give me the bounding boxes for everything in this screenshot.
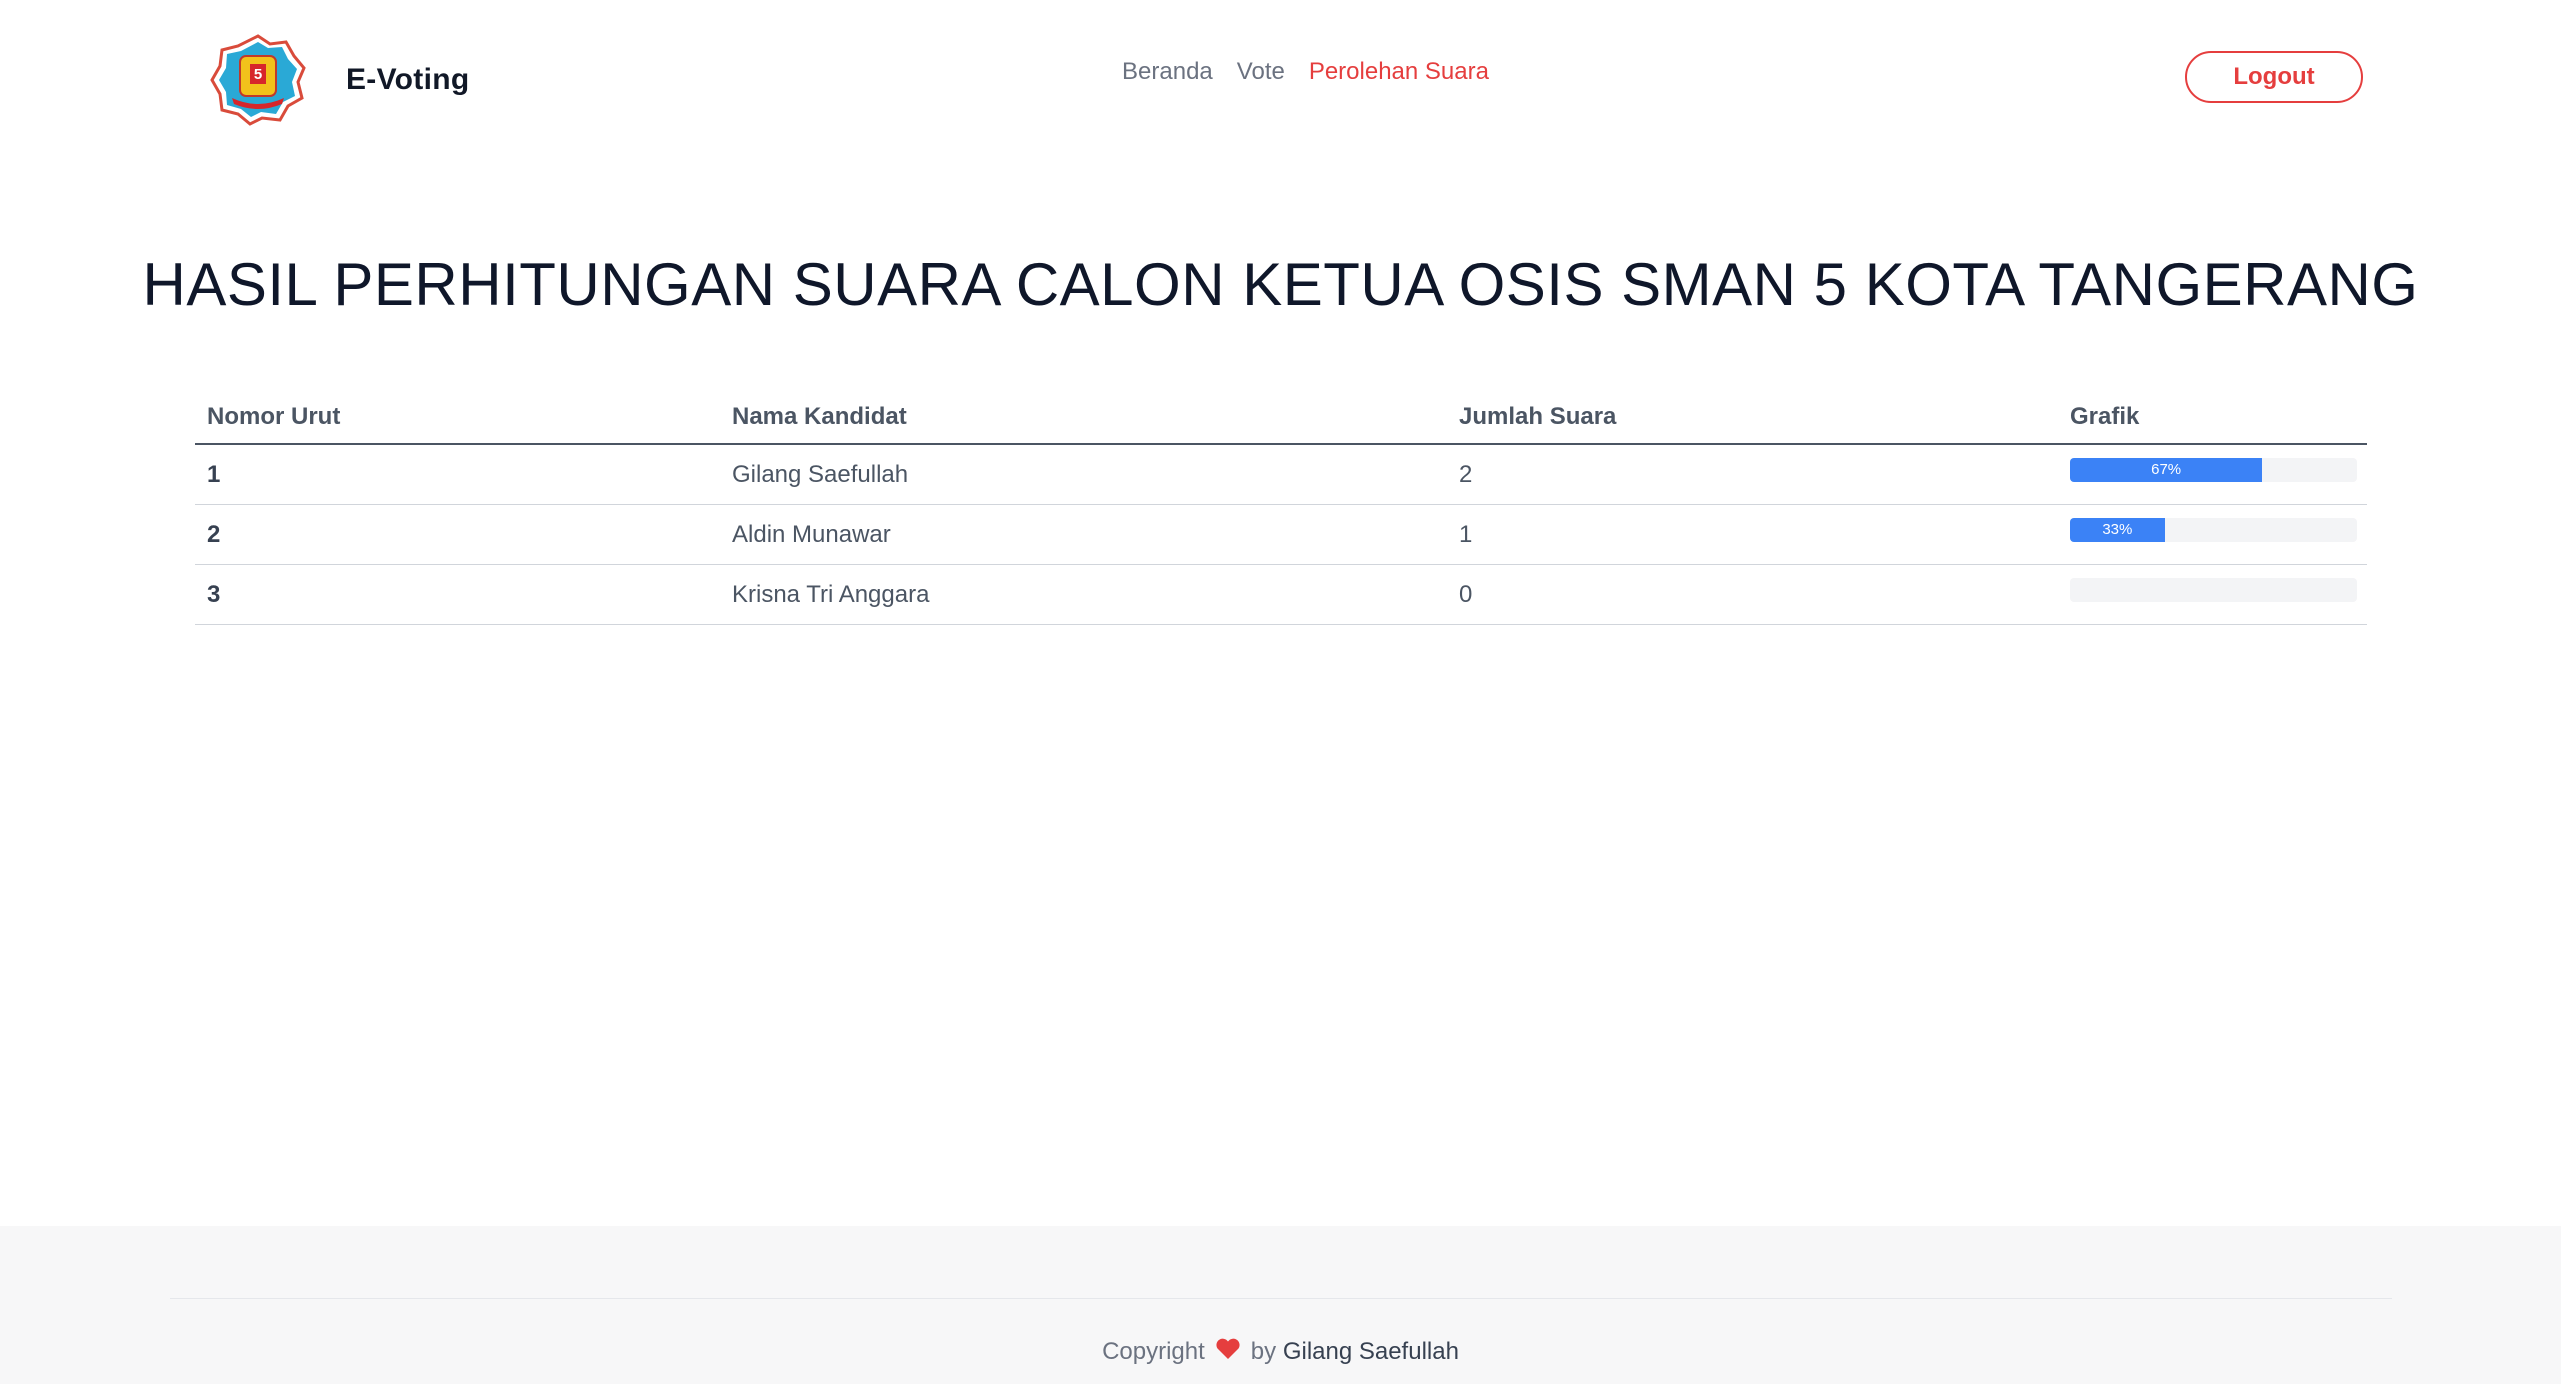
progress-bar xyxy=(2070,577,2357,602)
footer-divider xyxy=(170,1298,2392,1299)
nav-link-beranda[interactable]: Beranda xyxy=(1122,58,1213,86)
progress-bar: 67% xyxy=(2070,457,2357,482)
table-header: Nomor Urut Nama Kandidat Jumlah Suara Gr… xyxy=(195,390,2367,445)
copyright-text: Copyright xyxy=(1102,1338,1205,1365)
progress-bar: 33% xyxy=(2070,517,2357,542)
header-nama-kandidat: Nama Kandidat xyxy=(720,390,1447,445)
cell-grafik: 33% xyxy=(2058,504,2367,565)
page-title: HASIL PERHITUNGAN SUARA CALON KETUA OSIS… xyxy=(142,251,2419,318)
cell-suara: 1 xyxy=(1447,504,2058,565)
table-row: 2 Aldin Munawar 1 33% xyxy=(195,504,2367,565)
table-body: 1 Gilang Saefullah 2 67% 2 Aldin Munawar… xyxy=(195,444,2367,625)
cell-nomor: 1 xyxy=(195,444,720,505)
progress-label: 33% xyxy=(2102,521,2133,538)
footer-credit: Copyright by Gilang Saefullah xyxy=(0,1338,2561,1367)
footer: Copyright by Gilang Saefullah xyxy=(0,1226,2561,1384)
progress-fill: 67% xyxy=(2070,457,2263,482)
cell-grafik: 67% xyxy=(2058,444,2367,505)
nav-link-vote[interactable]: Vote xyxy=(1237,58,1285,86)
logout-button[interactable]: Logout xyxy=(2185,51,2363,103)
header-jumlah-suara: Jumlah Suara xyxy=(1447,390,2058,445)
by-text: by xyxy=(1250,1338,1277,1365)
header-grafik: Grafik xyxy=(2058,390,2367,445)
cell-nama: Krisna Tri Anggara xyxy=(720,564,1447,625)
main-nav: Beranda Vote Perolehan Suara xyxy=(0,58,2561,86)
cell-nomor: 2 xyxy=(195,504,720,565)
navbar: 5 E-Voting Beranda Vote Perolehan Suara … xyxy=(0,0,2561,160)
cell-suara: 0 xyxy=(1447,564,2058,625)
heart-icon xyxy=(1215,1338,1241,1367)
header-nomor-urut: Nomor Urut xyxy=(195,390,720,445)
table-row: 3 Krisna Tri Anggara 0 xyxy=(195,564,2367,625)
cell-nama: Aldin Munawar xyxy=(720,504,1447,565)
results-table: Nomor Urut Nama Kandidat Jumlah Suara Gr… xyxy=(195,390,2367,625)
nav-link-perolehan-suara[interactable]: Perolehan Suara xyxy=(1309,58,1489,86)
cell-nama: Gilang Saefullah xyxy=(720,444,1447,505)
cell-grafik xyxy=(2058,564,2367,625)
table-row: 1 Gilang Saefullah 2 67% xyxy=(195,444,2367,505)
progress-fill: 33% xyxy=(2070,517,2165,542)
author-name[interactable]: Gilang Saefullah xyxy=(1283,1338,1459,1365)
cell-suara: 2 xyxy=(1447,444,2058,505)
header-row: Nomor Urut Nama Kandidat Jumlah Suara Gr… xyxy=(195,390,2367,445)
cell-nomor: 3 xyxy=(195,564,720,625)
progress-label: 67% xyxy=(2151,461,2182,478)
